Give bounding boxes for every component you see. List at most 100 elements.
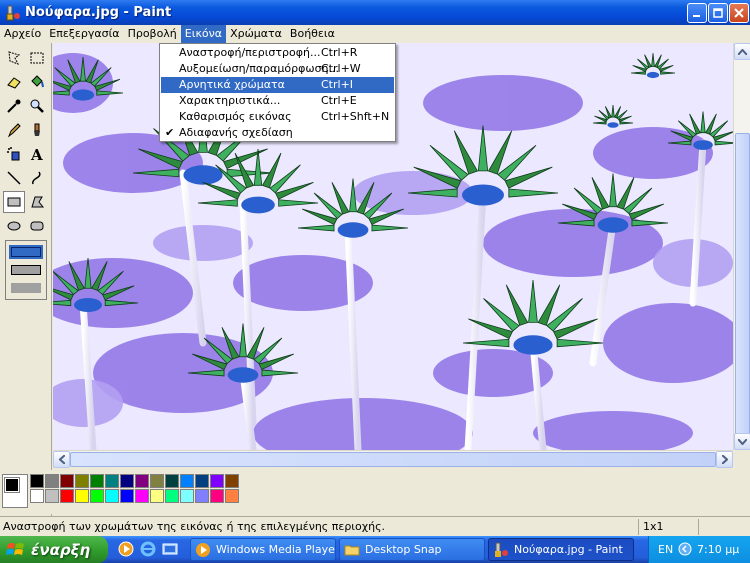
palette-swatch[interactable]	[165, 474, 179, 488]
tool-curve[interactable]	[26, 167, 48, 189]
palette-swatch[interactable]	[195, 474, 209, 488]
palette-swatch[interactable]	[210, 474, 224, 488]
fill-option-outline-fill[interactable]	[11, 265, 41, 275]
fill-bucket-icon	[31, 75, 44, 88]
palette-swatch[interactable]	[135, 474, 149, 488]
palette-swatch[interactable]	[75, 474, 89, 488]
palette-swatch[interactable]	[105, 489, 119, 503]
tool-color-picker[interactable]	[3, 95, 25, 117]
scroll-down-button[interactable]	[734, 433, 750, 450]
flower-center	[646, 71, 660, 79]
menu-item-clear-image[interactable]: Καθαρισμός εικόνας Ctrl+Shft+N	[161, 109, 394, 125]
flower-center	[241, 196, 275, 214]
flower-center	[607, 122, 619, 128]
tool-rectangle[interactable]	[3, 191, 25, 213]
task-windows-media-player[interactable]: Windows Media Player	[190, 538, 336, 561]
menu-item-attributes[interactable]: Χαρακτηριστικά... Ctrl+E	[161, 93, 394, 109]
palette-swatch[interactable]	[75, 489, 89, 503]
task-desktop-snap[interactable]: Desktop Snap	[339, 538, 485, 561]
fill-option-fill-only[interactable]	[11, 283, 41, 293]
horizontal-scroll-thumb[interactable]	[70, 452, 716, 467]
palette-swatch[interactable]	[60, 474, 74, 488]
start-button[interactable]: έναρξη	[0, 536, 108, 563]
palette-swatch[interactable]	[30, 489, 44, 503]
maximize-button[interactable]	[708, 3, 728, 23]
tool-rect-select[interactable]	[26, 47, 48, 69]
palette-swatch[interactable]	[30, 474, 44, 488]
title-bar[interactable]: Νούφαρα.jpg - Paint	[0, 0, 750, 25]
palette-swatch[interactable]	[45, 489, 59, 503]
tool-line[interactable]	[3, 167, 25, 189]
scroll-up-button[interactable]	[734, 43, 750, 60]
palette-swatch[interactable]	[225, 489, 239, 503]
palette-swatch[interactable]	[195, 489, 209, 503]
menu-image[interactable]: Εικόνα	[180, 25, 227, 43]
arrow-right-icon	[721, 455, 728, 464]
menu-item-draw-opaque[interactable]: ✔ Αδιαφανής σχεδίαση	[161, 125, 394, 141]
media-player-quicklaunch-icon[interactable]	[118, 541, 134, 557]
menu-file[interactable]: Αρχείο	[0, 25, 45, 43]
flower-center	[462, 184, 504, 206]
flower-center	[513, 335, 553, 355]
palette-swatch[interactable]	[165, 489, 179, 503]
task-label: Desktop Snap	[365, 543, 442, 556]
menu-edit[interactable]: Επεξεργασία	[45, 25, 123, 43]
tool-pencil[interactable]	[3, 119, 25, 141]
pencil-icon	[7, 123, 21, 138]
internet-explorer-icon[interactable]	[140, 541, 156, 557]
palette-swatch[interactable]	[90, 489, 104, 503]
vertical-scroll-thumb[interactable]	[735, 133, 750, 443]
palette-swatch[interactable]	[225, 474, 239, 488]
scroll-right-button[interactable]	[716, 451, 733, 468]
menu-help[interactable]: Βοήθεια	[286, 25, 339, 43]
tool-eraser[interactable]	[3, 71, 25, 93]
tool-airbrush[interactable]	[3, 143, 25, 165]
tool-brush[interactable]	[26, 119, 48, 141]
tool-options-panel	[5, 240, 47, 300]
menu-item-invert-colors[interactable]: Αρνητικά χρώματα Ctrl+I	[161, 77, 394, 93]
minimize-button[interactable]	[687, 3, 707, 23]
toolbox: A	[0, 43, 52, 516]
menu-item-flip-rotate[interactable]: Αναστροφή/περιστροφή... Ctrl+R	[161, 45, 394, 61]
color-palette	[0, 470, 750, 514]
palette-swatch[interactable]	[150, 489, 164, 503]
fill-option-outline[interactable]	[11, 247, 41, 257]
palette-swatch[interactable]	[180, 474, 194, 488]
palette-swatch[interactable]	[45, 474, 59, 488]
palette-swatch[interactable]	[60, 489, 74, 503]
palette-swatch[interactable]	[105, 474, 119, 488]
menu-view[interactable]: Προβολή	[124, 25, 181, 43]
tool-magnifier[interactable]	[26, 95, 48, 117]
vertical-scrollbar[interactable]	[733, 43, 750, 450]
palette-swatch[interactable]	[180, 489, 194, 503]
palette-swatch[interactable]	[120, 474, 134, 488]
palette-swatch[interactable]	[120, 489, 134, 503]
horizontal-scrollbar[interactable]	[53, 450, 733, 468]
show-desktop-icon[interactable]	[162, 541, 178, 557]
paint-app-icon	[495, 542, 508, 557]
scroll-corner	[733, 450, 750, 467]
scroll-left-button[interactable]	[53, 451, 70, 468]
menu-colors[interactable]: Χρώματα	[226, 25, 286, 43]
close-button[interactable]	[729, 3, 749, 23]
palette-swatch[interactable]	[135, 489, 149, 503]
current-colors[interactable]	[2, 474, 28, 508]
tool-fill[interactable]	[26, 71, 48, 93]
tool-polygon[interactable]	[26, 191, 48, 213]
language-indicator[interactable]: EN	[658, 543, 673, 556]
task-paint[interactable]: Νούφαρα.jpg - Paint	[488, 538, 634, 561]
tray-expand-icon[interactable]	[678, 542, 692, 556]
maximize-icon	[713, 8, 723, 18]
tool-text[interactable]: A	[26, 143, 48, 165]
ellipse-icon	[7, 221, 21, 231]
tool-ellipse[interactable]	[3, 215, 25, 237]
rectangle-icon	[7, 197, 21, 207]
tool-free-select[interactable]	[3, 47, 25, 69]
menu-item-stretch-skew[interactable]: Αυξομείωση/παραμόρφωση... Ctrl+W	[161, 61, 394, 77]
palette-swatch[interactable]	[90, 474, 104, 488]
arrow-left-icon	[58, 455, 65, 464]
tool-rounded-rect[interactable]	[26, 215, 48, 237]
text-icon: A	[30, 146, 43, 162]
palette-swatch[interactable]	[150, 474, 164, 488]
palette-swatch[interactable]	[210, 489, 224, 503]
